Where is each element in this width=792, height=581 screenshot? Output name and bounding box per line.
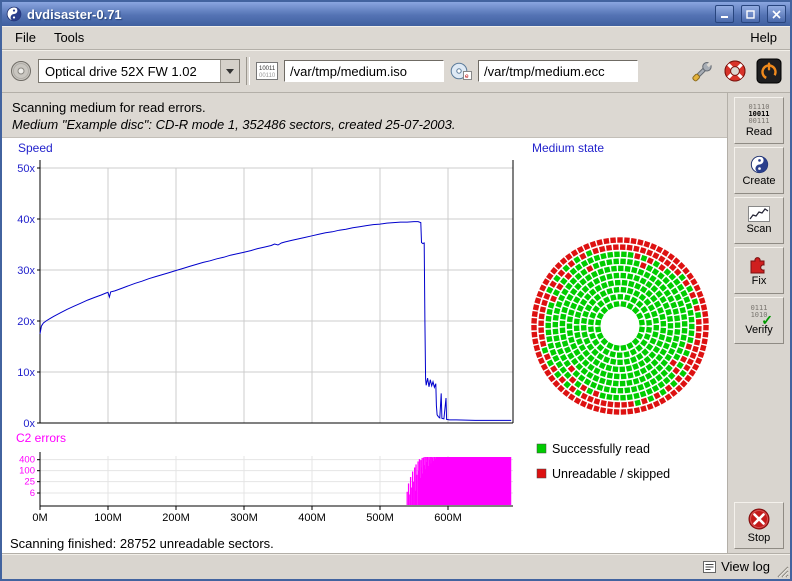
resize-grip[interactable] (774, 563, 789, 578)
drive-icon (10, 60, 32, 82)
check-icon: ✓ (761, 313, 773, 327)
svg-text:Unreadable / skipped: Unreadable / skipped (552, 467, 670, 481)
toolbar-right-group (690, 58, 782, 84)
preferences-button[interactable] (690, 59, 714, 83)
svg-text:300M: 300M (230, 512, 258, 524)
wrench-icon (690, 59, 714, 83)
svg-text:200M: 200M (162, 512, 190, 524)
svg-text:25: 25 (24, 477, 35, 488)
view-log-button[interactable]: View log (703, 559, 770, 574)
svg-text:0x: 0x (23, 418, 35, 430)
view-log-label: View log (721, 559, 770, 574)
drive-select-arrow[interactable] (220, 60, 239, 82)
svg-text:C2 errors: C2 errors (16, 431, 66, 445)
svg-text:Successfully read: Successfully read (552, 442, 650, 456)
stop-button[interactable]: Stop (734, 502, 784, 549)
toolbar-separator (246, 57, 250, 85)
create-button[interactable]: Create (734, 147, 784, 194)
iso-file-icon: 1001100110 (256, 62, 278, 80)
power-icon (756, 58, 782, 84)
menu-file[interactable]: File (6, 28, 45, 47)
close-icon (772, 10, 781, 19)
iso-path-input[interactable] (284, 60, 444, 82)
drive-select-value: Optical drive 52X FW 1.02 (39, 64, 220, 79)
binary-icon: 01110 10011 00111 (748, 104, 769, 125)
svg-text:40x: 40x (17, 214, 35, 226)
stop-icon (747, 507, 771, 531)
svg-text:e: e (465, 73, 469, 80)
read-button[interactable]: 01110 10011 00111 Read (734, 97, 784, 144)
status-line-2: Medium "Example disc": CD-R mode 1, 3524… (12, 116, 717, 134)
minimize-button[interactable] (715, 5, 734, 23)
app-window: dvdisaster-0.71 File Tools Help Optical … (0, 0, 792, 581)
window-title: dvdisaster-0.71 (27, 7, 708, 22)
menubar: File Tools Help (2, 26, 790, 50)
chart-icon (748, 206, 770, 222)
menu-tools[interactable]: Tools (45, 28, 93, 47)
maximize-button[interactable] (741, 5, 760, 23)
fix-button[interactable]: Fix (734, 247, 784, 294)
stop-button-label: Stop (748, 532, 771, 544)
svg-text:Medium state: Medium state (532, 141, 604, 155)
maximize-icon (746, 10, 755, 19)
svg-text:50x: 50x (17, 163, 35, 175)
lifebuoy-icon (723, 59, 747, 83)
menu-help[interactable]: Help (741, 28, 786, 47)
log-icon (703, 561, 716, 573)
chart-panel: Speed Medium state C2 errors0x 10x 20x 30x 40x… (2, 138, 727, 553)
sidebar: 01110 10011 00111 Read Create (727, 93, 790, 553)
titlebar: dvdisaster-0.71 (2, 2, 790, 26)
status-line-1: Scanning medium for read errors. (12, 99, 717, 116)
svg-text:6: 6 (30, 488, 35, 499)
svg-text:10011: 10011 (259, 66, 276, 72)
svg-text:100M: 100M (94, 512, 122, 524)
svg-text:400M: 400M (298, 512, 326, 524)
content-area: Scanning medium for read errors. Medium … (2, 93, 790, 553)
svg-text:100: 100 (19, 466, 35, 477)
puzzle-icon (748, 254, 770, 274)
help-button[interactable] (723, 59, 747, 83)
svg-text:Speed: Speed (18, 141, 53, 155)
scan-result-text: Scanning finished: 28752 unreadable sect… (10, 536, 274, 551)
quit-button[interactable] (756, 58, 782, 84)
chevron-down-icon (226, 69, 234, 74)
charts-canvas: Speed Medium state C2 errors0x 10x 20x 30x 40x… (2, 138, 727, 532)
scan-button[interactable]: Scan (734, 197, 784, 244)
close-button[interactable] (767, 5, 786, 23)
status-area: Scanning medium for read errors. Medium … (2, 93, 727, 138)
main-panel: Scanning medium for read errors. Medium … (2, 93, 727, 553)
minimize-icon (720, 10, 729, 19)
svg-text:0M: 0M (32, 512, 47, 524)
svg-text:30x: 30x (17, 265, 35, 277)
drive-select[interactable]: Optical drive 52X FW 1.02 (38, 59, 240, 83)
svg-text:00110: 00110 (259, 73, 276, 79)
app-logo-icon (6, 6, 22, 22)
bottombar: View log (2, 553, 790, 579)
ecc-file-icon: e (450, 62, 472, 80)
yinyang-icon (750, 155, 769, 174)
create-button-label: Create (742, 175, 775, 187)
svg-text:600M: 600M (434, 512, 462, 524)
ecc-path-input[interactable] (478, 60, 638, 82)
svg-text:10x: 10x (17, 367, 35, 379)
svg-text:500M: 500M (366, 512, 394, 524)
scan-button-label: Scan (746, 223, 771, 235)
toolbar: Optical drive 52X FW 1.02 1001100110 e (2, 50, 790, 93)
verify-button[interactable]: 0111 1010 ✓ Verify (734, 297, 784, 344)
read-button-label: Read (746, 126, 772, 138)
binary-check-icon: 0111 1010 ✓ (747, 305, 771, 323)
svg-text:20x: 20x (17, 316, 35, 328)
svg-text:400: 400 (19, 455, 35, 466)
fix-button-label: Fix (752, 275, 767, 287)
